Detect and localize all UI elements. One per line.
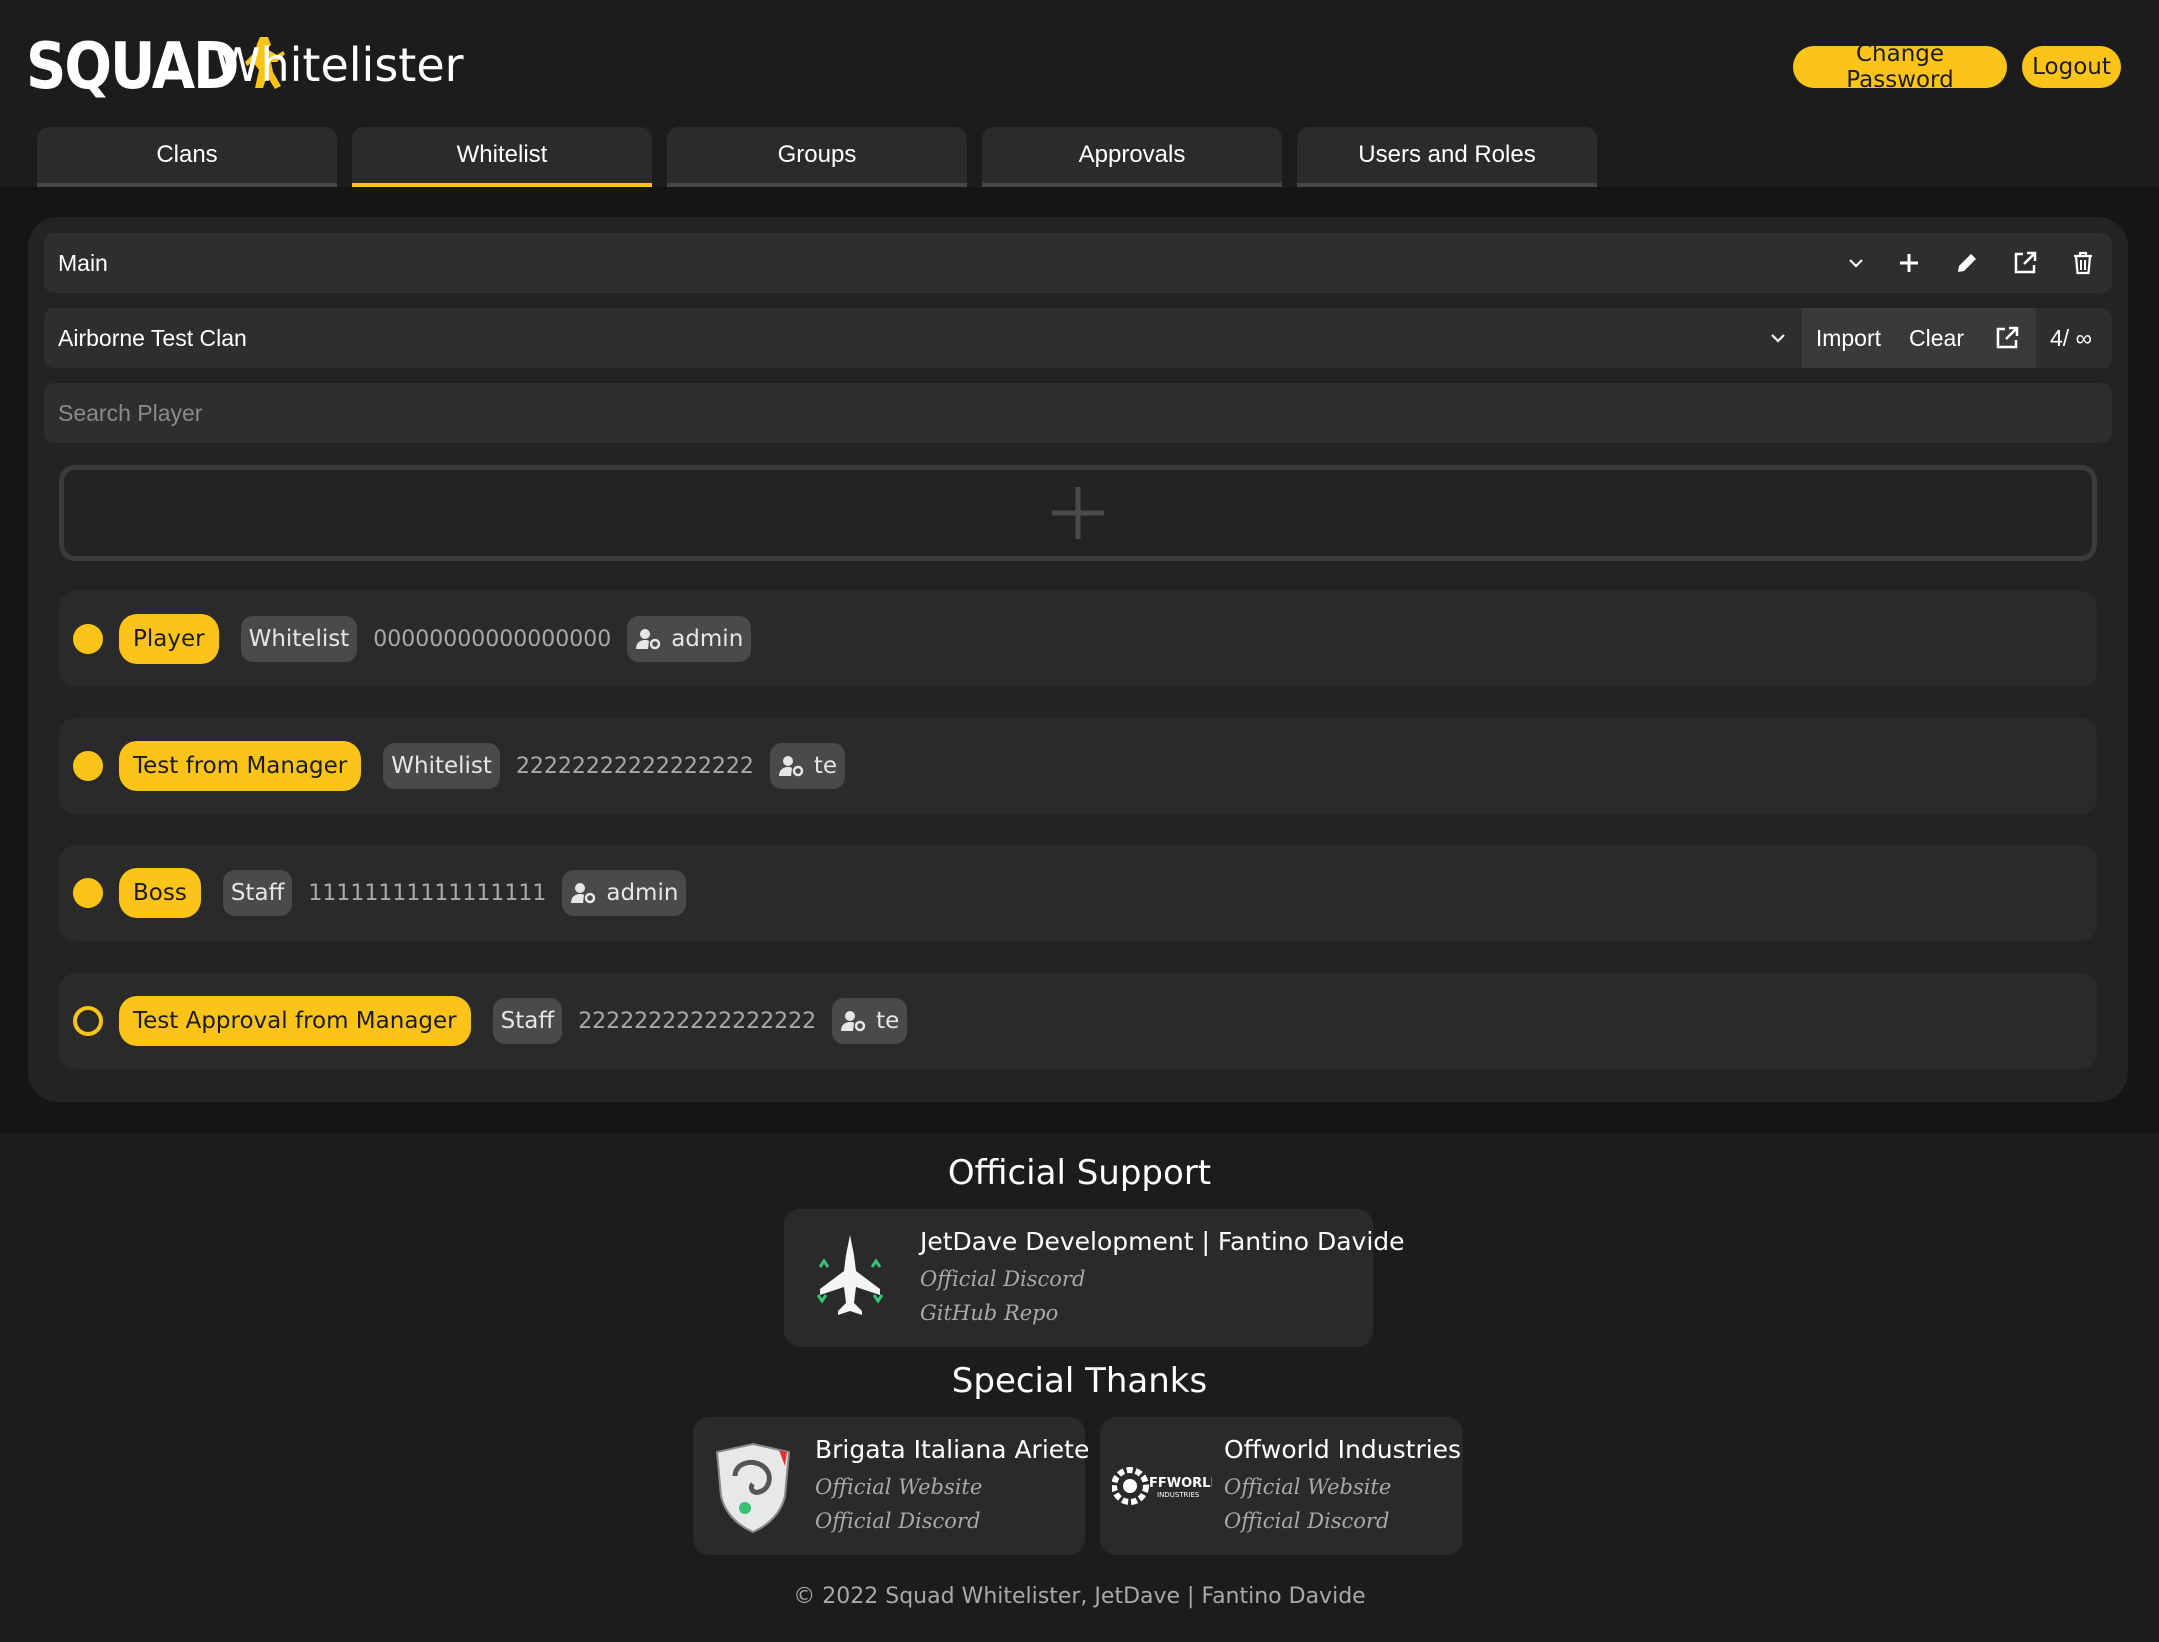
thanks-card-ariete: Brigata Italiana Ariete Official Website…	[693, 1417, 1089, 1555]
player-row[interactable]: Boss Staff 11111111111111111 admin	[59, 845, 2097, 941]
added-by-badge: admin	[627, 616, 752, 662]
special-thanks-heading: Special Thanks	[951, 1361, 1208, 1401]
ariete-card-text: Brigata Italiana Ariete Official Website…	[815, 1435, 1089, 1538]
support-card-title: JetDave Development | Fantino Davide	[920, 1226, 1405, 1256]
open-list-button[interactable]	[1996, 233, 2054, 293]
user-gear-icon	[841, 1011, 866, 1032]
main-area: Main Airborne Test Clan Import Clear 4/ …	[0, 187, 2159, 1133]
offworld-discord-link[interactable]: Official Discord	[1224, 1504, 1461, 1538]
search-placeholder: Search Player	[58, 399, 203, 426]
player-row[interactable]: Test from Manager Whitelist 222222222222…	[59, 718, 2097, 814]
offworld-card-text: Offworld Industries Official Website Off…	[1224, 1435, 1461, 1538]
group-badge: Staff	[492, 998, 563, 1044]
app-header: SQUAD Whitelister Change Password Logout…	[0, 0, 2159, 187]
github-repo-link[interactable]: GitHub Repo	[920, 1296, 1405, 1330]
clear-button[interactable]: Clear	[1895, 308, 1978, 368]
offworld-gear-icon: FFWORLD INDUSTRIES	[1112, 1467, 1212, 1505]
list-select[interactable]: Main	[44, 250, 1846, 277]
added-by-badge: admin	[562, 870, 687, 916]
ariete-discord-link[interactable]: Official Discord	[815, 1504, 1089, 1538]
offworld-logo-subtext: INDUSTRIES	[1157, 1491, 1200, 1499]
change-password-button[interactable]: Change Password	[1793, 41, 2007, 93]
added-by-badge: te	[832, 998, 908, 1044]
tab-clans[interactable]: Clans	[37, 127, 337, 187]
player-name-badge: Test from Manager	[119, 741, 362, 791]
approved-indicator	[73, 878, 103, 908]
group-badge: Whitelist	[383, 743, 500, 789]
user-gear-icon	[571, 883, 596, 904]
offworld-title: Offworld Industries	[1224, 1434, 1462, 1464]
ariete-logo	[705, 1436, 801, 1536]
tab-approvals[interactable]: Approvals	[982, 127, 1282, 187]
search-input[interactable]: Search Player	[44, 383, 2112, 443]
added-by-user: admin	[671, 626, 744, 652]
logo-wordmark: SQUAD	[26, 28, 240, 104]
plus-icon	[1052, 487, 1104, 539]
steam-id: 22222222222222222	[515, 753, 754, 779]
open-clan-button[interactable]	[1978, 308, 2036, 368]
player-row[interactable]: Player Whitelist 00000000000000000 admin	[59, 591, 2097, 687]
plus-icon	[1900, 254, 1918, 272]
user-gear-icon	[778, 756, 804, 777]
list-select-bar: Main	[44, 233, 2112, 293]
clan-select[interactable]: Airborne Test Clan	[44, 325, 1768, 352]
support-card: JetDave Development | Fantino Davide Off…	[784, 1209, 1405, 1347]
trash-icon	[2074, 251, 2092, 275]
whitelist-panel: Main Airborne Test Clan Import Clear 4/ …	[28, 217, 2128, 1102]
copyright-text: © 2022 Squad Whitelister, JetDave | Fant…	[793, 1584, 1366, 1609]
tab-groups[interactable]: Groups	[667, 127, 967, 187]
official-discord-link[interactable]: Official Discord	[920, 1262, 1405, 1296]
external-link-icon	[1996, 326, 2019, 349]
clan-actions: Import Clear	[1801, 308, 2036, 368]
import-button[interactable]: Import	[1802, 308, 1895, 368]
added-by-user: te	[813, 753, 838, 779]
logout-button[interactable]: Logout	[2022, 46, 2121, 88]
approved-indicator	[73, 751, 103, 781]
added-by-badge: te	[769, 743, 846, 789]
clan-select-bar: Airborne Test Clan Import Clear 4/ ∞	[44, 308, 2112, 368]
group-badge: Staff	[222, 870, 293, 916]
offworld-logo-word: FFWORLD	[1149, 1476, 1212, 1491]
approved-indicator	[73, 624, 103, 654]
offworld-logo: FFWORLD INDUSTRIES	[1112, 1436, 1212, 1536]
steam-id: 11111111111111111	[308, 880, 547, 906]
official-support-heading: Official Support	[947, 1153, 1212, 1193]
support-card-text: JetDave Development | Fantino Davide Off…	[920, 1227, 1405, 1330]
external-link-icon	[2014, 251, 2037, 274]
user-gear-icon	[636, 629, 661, 650]
tab-whitelist[interactable]: Whitelist	[352, 127, 652, 187]
player-row[interactable]: Test Approval from Manager Staff 2222222…	[59, 973, 2097, 1069]
footer: Official Support JetDave Development | F…	[0, 1133, 2159, 1642]
main-tabs: Clans Whitelist Groups Approvals Users a…	[37, 127, 1597, 187]
player-name-badge: Player	[119, 614, 219, 664]
steam-id: 22222222222222222	[578, 1008, 817, 1034]
delete-list-button[interactable]	[2054, 233, 2112, 293]
player-name-badge: Boss	[119, 868, 201, 918]
added-by-user: te	[876, 1008, 900, 1034]
tab-users-and-roles[interactable]: Users and Roles	[1297, 127, 1597, 187]
add-player-button[interactable]	[59, 465, 2097, 561]
added-by-user: admin	[606, 880, 679, 906]
player-count: 4/ ∞	[2050, 324, 2092, 351]
chevron-down-icon[interactable]	[1768, 328, 1788, 348]
offworld-website-link[interactable]: Official Website	[1224, 1470, 1461, 1504]
pending-indicator	[73, 1006, 103, 1036]
thanks-card-offworld: FFWORLD INDUSTRIES Offworld Industries O…	[1100, 1417, 1463, 1555]
ariete-website-link[interactable]: Official Website	[815, 1470, 1089, 1504]
player-name-badge: Test Approval from Manager	[119, 996, 471, 1046]
jet-icon	[816, 1235, 884, 1315]
add-list-button[interactable]	[1880, 233, 1938, 293]
app-title: Whitelister	[215, 38, 464, 92]
ram-shield-icon	[715, 1442, 791, 1534]
steam-id: 00000000000000000	[373, 626, 612, 652]
group-badge: Whitelist	[240, 616, 358, 662]
edit-list-button[interactable]	[1938, 233, 1996, 293]
pencil-icon	[1958, 254, 1976, 272]
jet-logo	[802, 1228, 898, 1328]
chevron-down-icon[interactable]	[1846, 253, 1866, 273]
ariete-title: Brigata Italiana Ariete	[815, 1434, 1090, 1464]
